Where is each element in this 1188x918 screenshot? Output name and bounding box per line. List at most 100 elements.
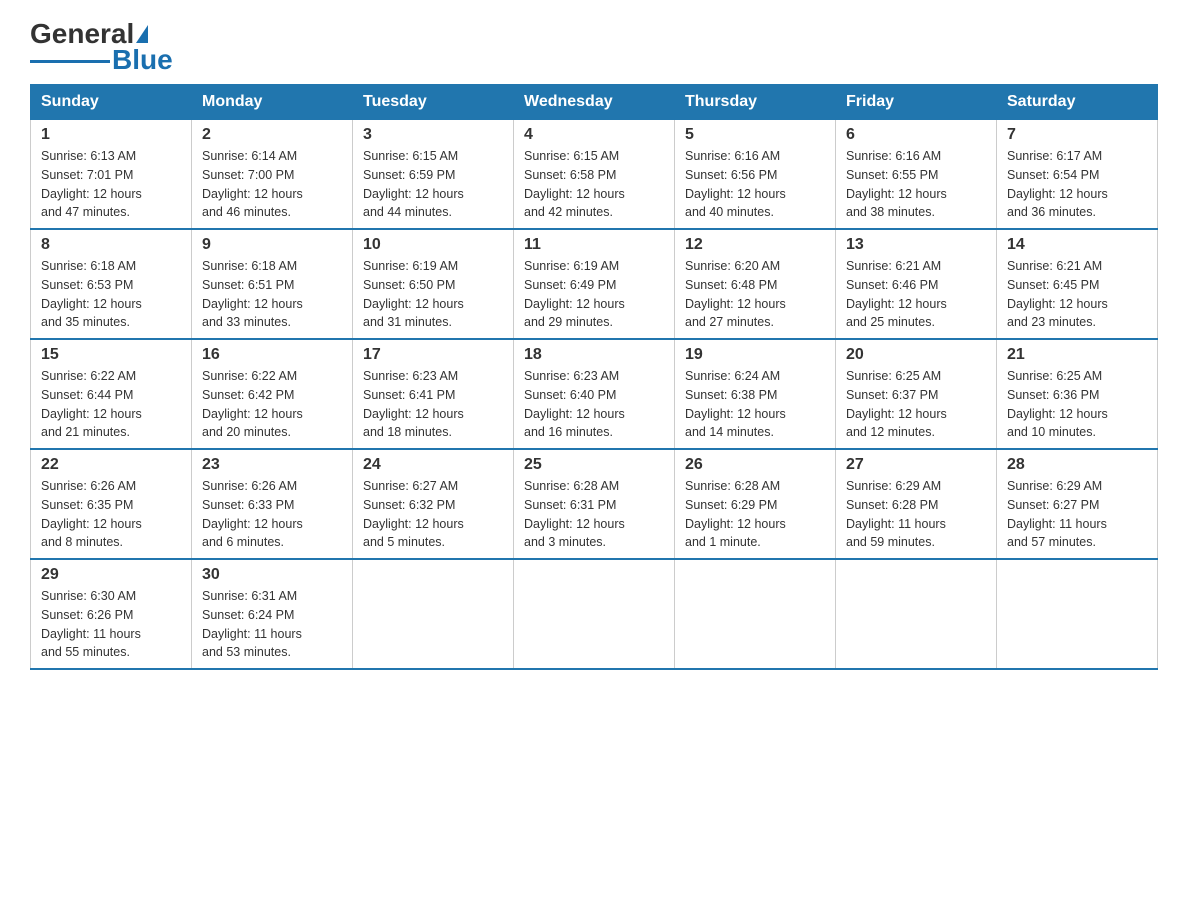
- day-info: Sunrise: 6:25 AMSunset: 6:37 PMDaylight:…: [846, 367, 986, 442]
- header-thursday: Thursday: [675, 85, 836, 120]
- calendar-cell: 28Sunrise: 6:29 AMSunset: 6:27 PMDayligh…: [997, 449, 1158, 559]
- header-wednesday: Wednesday: [514, 85, 675, 120]
- day-number: 19: [685, 346, 825, 364]
- day-info: Sunrise: 6:25 AMSunset: 6:36 PMDaylight:…: [1007, 367, 1147, 442]
- calendar-cell: 1 Sunrise: 6:13 AMSunset: 7:01 PMDaylight…: [31, 120, 192, 230]
- calendar-cell: 30 Sunrise: 6:31 AMSunset: 6:24 PMDayligh…: [192, 559, 353, 669]
- calendar-cell: 6 Sunrise: 6:16 AMSunset: 6:55 PMDaylight…: [836, 120, 997, 230]
- calendar-cell: 8 Sunrise: 6:18 AMSunset: 6:53 PMDaylight…: [31, 229, 192, 339]
- calendar-cell: 17 Sunrise: 6:23 AMSunset: 6:41 PMDayligh…: [353, 339, 514, 449]
- day-number: 11: [524, 236, 664, 254]
- day-info: Sunrise: 6:19 AMSunset: 6:49 PMDaylight:…: [524, 257, 664, 332]
- calendar-cell: 15 Sunrise: 6:22 AMSunset: 6:44 PMDayligh…: [31, 339, 192, 449]
- day-info: Sunrise: 6:23 AMSunset: 6:40 PMDaylight:…: [524, 367, 664, 442]
- day-number: 30: [202, 566, 342, 584]
- calendar-cell: 13Sunrise: 6:21 AMSunset: 6:46 PMDayligh…: [836, 229, 997, 339]
- calendar-cell: 21 Sunrise: 6:25 AMSunset: 6:36 PMDayligh…: [997, 339, 1158, 449]
- day-info: Sunrise: 6:30 AMSunset: 6:26 PMDaylight:…: [41, 587, 181, 662]
- calendar-cell: 9 Sunrise: 6:18 AMSunset: 6:51 PMDaylight…: [192, 229, 353, 339]
- day-number: 12: [685, 236, 825, 254]
- day-info: Sunrise: 6:28 AMSunset: 6:29 PMDaylight:…: [685, 477, 825, 552]
- day-info: Sunrise: 6:24 AMSunset: 6:38 PMDaylight:…: [685, 367, 825, 442]
- header-friday: Friday: [836, 85, 997, 120]
- calendar-week-row: 8 Sunrise: 6:18 AMSunset: 6:53 PMDaylight…: [31, 229, 1158, 339]
- day-info: Sunrise: 6:14 AMSunset: 7:00 PMDaylight:…: [202, 147, 342, 222]
- day-number: 18: [524, 346, 664, 364]
- calendar-cell: 22Sunrise: 6:26 AMSunset: 6:35 PMDayligh…: [31, 449, 192, 559]
- day-number: 3: [363, 126, 503, 144]
- day-number: 21: [1007, 346, 1147, 364]
- day-info: Sunrise: 6:29 AMSunset: 6:28 PMDaylight:…: [846, 477, 986, 552]
- calendar-cell: 4 Sunrise: 6:15 AMSunset: 6:58 PMDaylight…: [514, 120, 675, 230]
- calendar-cell: 24 Sunrise: 6:27 AMSunset: 6:32 PMDayligh…: [353, 449, 514, 559]
- day-number: 8: [41, 236, 181, 254]
- day-number: 23: [202, 456, 342, 474]
- day-number: 26: [685, 456, 825, 474]
- calendar-cell: 7 Sunrise: 6:17 AMSunset: 6:54 PMDaylight…: [997, 120, 1158, 230]
- logo-line: [30, 60, 110, 63]
- day-number: 29: [41, 566, 181, 584]
- calendar-cell: 2 Sunrise: 6:14 AMSunset: 7:00 PMDaylight…: [192, 120, 353, 230]
- day-info: Sunrise: 6:17 AMSunset: 6:54 PMDaylight:…: [1007, 147, 1147, 222]
- calendar-cell: 5 Sunrise: 6:16 AMSunset: 6:56 PMDaylight…: [675, 120, 836, 230]
- day-number: 4: [524, 126, 664, 144]
- day-info: Sunrise: 6:22 AMSunset: 6:44 PMDaylight:…: [41, 367, 181, 442]
- day-number: 27: [846, 456, 986, 474]
- day-number: 5: [685, 126, 825, 144]
- calendar-cell: 29 Sunrise: 6:30 AMSunset: 6:26 PMDayligh…: [31, 559, 192, 669]
- day-number: 6: [846, 126, 986, 144]
- calendar-cell: 3 Sunrise: 6:15 AMSunset: 6:59 PMDaylight…: [353, 120, 514, 230]
- day-number: 17: [363, 346, 503, 364]
- calendar-cell: 19 Sunrise: 6:24 AMSunset: 6:38 PMDayligh…: [675, 339, 836, 449]
- day-number: 25: [524, 456, 664, 474]
- day-info: Sunrise: 6:16 AMSunset: 6:56 PMDaylight:…: [685, 147, 825, 222]
- header-monday: Monday: [192, 85, 353, 120]
- day-info: Sunrise: 6:18 AMSunset: 6:51 PMDaylight:…: [202, 257, 342, 332]
- logo: General Blue: [30, 20, 173, 74]
- day-info: Sunrise: 6:29 AMSunset: 6:27 PMDaylight:…: [1007, 477, 1147, 552]
- day-info: Sunrise: 6:21 AMSunset: 6:46 PMDaylight:…: [846, 257, 986, 332]
- calendar-cell: 23 Sunrise: 6:26 AMSunset: 6:33 PMDayligh…: [192, 449, 353, 559]
- day-info: Sunrise: 6:28 AMSunset: 6:31 PMDaylight:…: [524, 477, 664, 552]
- day-number: 9: [202, 236, 342, 254]
- calendar-cell: 16Sunrise: 6:22 AMSunset: 6:42 PMDayligh…: [192, 339, 353, 449]
- calendar-cell: 18 Sunrise: 6:23 AMSunset: 6:40 PMDayligh…: [514, 339, 675, 449]
- header-tuesday: Tuesday: [353, 85, 514, 120]
- header-saturday: Saturday: [997, 85, 1158, 120]
- logo-blue-text: Blue: [112, 46, 173, 74]
- calendar-week-row: 1 Sunrise: 6:13 AMSunset: 7:01 PMDaylight…: [31, 120, 1158, 230]
- day-info: Sunrise: 6:15 AMSunset: 6:58 PMDaylight:…: [524, 147, 664, 222]
- day-number: 24: [363, 456, 503, 474]
- logo-triangle-icon: [136, 25, 148, 43]
- calendar-cell: 25 Sunrise: 6:28 AMSunset: 6:31 PMDayligh…: [514, 449, 675, 559]
- calendar-cell: [353, 559, 514, 669]
- day-info: Sunrise: 6:23 AMSunset: 6:41 PMDaylight:…: [363, 367, 503, 442]
- day-number: 20: [846, 346, 986, 364]
- day-info: Sunrise: 6:16 AMSunset: 6:55 PMDaylight:…: [846, 147, 986, 222]
- day-info: Sunrise: 6:15 AMSunset: 6:59 PMDaylight:…: [363, 147, 503, 222]
- day-info: Sunrise: 6:26 AMSunset: 6:33 PMDaylight:…: [202, 477, 342, 552]
- calendar-header-row: SundayMondayTuesdayWednesdayThursdayFrid…: [31, 85, 1158, 120]
- calendar-cell: 20 Sunrise: 6:25 AMSunset: 6:37 PMDayligh…: [836, 339, 997, 449]
- day-info: Sunrise: 6:31 AMSunset: 6:24 PMDaylight:…: [202, 587, 342, 662]
- calendar-week-row: 15 Sunrise: 6:22 AMSunset: 6:44 PMDayligh…: [31, 339, 1158, 449]
- header-sunday: Sunday: [31, 85, 192, 120]
- day-info: Sunrise: 6:18 AMSunset: 6:53 PMDaylight:…: [41, 257, 181, 332]
- day-info: Sunrise: 6:13 AMSunset: 7:01 PMDaylight:…: [41, 147, 181, 222]
- calendar-cell: [997, 559, 1158, 669]
- day-info: Sunrise: 6:21 AMSunset: 6:45 PMDaylight:…: [1007, 257, 1147, 332]
- day-number: 2: [202, 126, 342, 144]
- day-info: Sunrise: 6:22 AMSunset: 6:42 PMDaylight:…: [202, 367, 342, 442]
- calendar-cell: 10Sunrise: 6:19 AMSunset: 6:50 PMDayligh…: [353, 229, 514, 339]
- day-number: 15: [41, 346, 181, 364]
- day-info: Sunrise: 6:20 AMSunset: 6:48 PMDaylight:…: [685, 257, 825, 332]
- page-header: General Blue: [30, 20, 1158, 74]
- calendar-cell: 14 Sunrise: 6:21 AMSunset: 6:45 PMDayligh…: [997, 229, 1158, 339]
- day-number: 1: [41, 126, 181, 144]
- day-info: Sunrise: 6:19 AMSunset: 6:50 PMDaylight:…: [363, 257, 503, 332]
- day-number: 7: [1007, 126, 1147, 144]
- calendar-cell: 12 Sunrise: 6:20 AMSunset: 6:48 PMDayligh…: [675, 229, 836, 339]
- day-info: Sunrise: 6:27 AMSunset: 6:32 PMDaylight:…: [363, 477, 503, 552]
- calendar-cell: 11 Sunrise: 6:19 AMSunset: 6:49 PMDayligh…: [514, 229, 675, 339]
- day-number: 14: [1007, 236, 1147, 254]
